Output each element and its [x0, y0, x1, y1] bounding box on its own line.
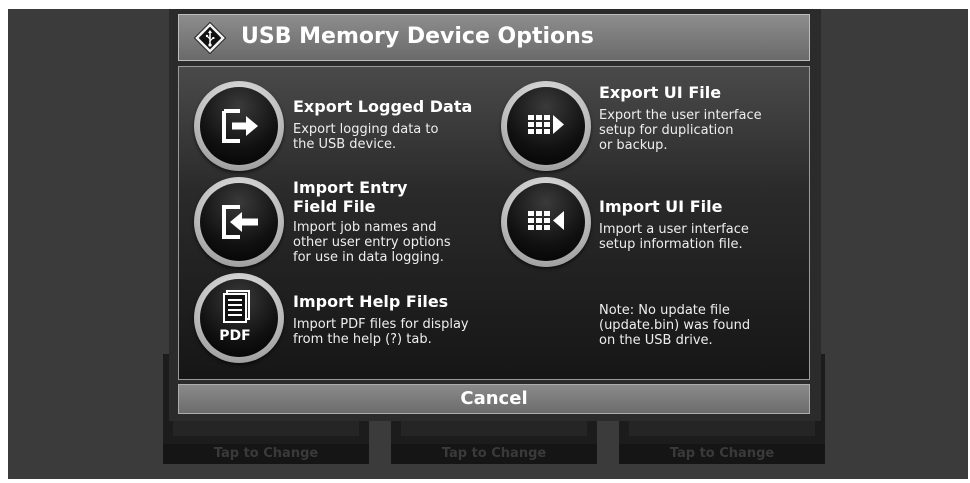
export-ui-file-description: Export the user interface setup for dupl…	[599, 108, 762, 153]
usb-options-dialog: USB Memory Device Options Export Logged …	[169, 9, 821, 421]
import-help-files-description: Import PDF files for display from the he…	[293, 317, 469, 347]
export-logged-data-button[interactable]	[194, 81, 284, 171]
grid-import-icon	[528, 211, 564, 230]
update-file-note: Note: No update file (update.bin) was fo…	[599, 303, 751, 348]
export-logged-data-description: Export logging data to the USB device.	[293, 122, 439, 152]
pdf-icon: PDF	[219, 290, 251, 344]
screen: Tap to Change Tap to Change Tap to Chang…	[8, 9, 968, 479]
import-ui-file-description: Import a user interface setup informatio…	[599, 222, 749, 252]
import-help-files-title: Import Help Files	[293, 292, 449, 311]
dialog-title: USB Memory Device Options	[241, 24, 594, 49]
svg-text:PDF: PDF	[219, 328, 250, 344]
tap-to-change-label[interactable]: Tap to Change	[391, 444, 597, 464]
import-ui-file-title: Import UI File	[599, 197, 723, 216]
tap-to-change-label[interactable]: Tap to Change	[163, 444, 369, 464]
import-entry-field-file-title: Import Entry Field File	[293, 178, 408, 216]
import-arrow-icon	[222, 205, 258, 239]
export-ui-file-title: Export UI File	[599, 83, 722, 102]
grid-export-icon	[528, 115, 564, 134]
import-ui-file-button[interactable]	[501, 177, 591, 267]
options-panel: Export Logged Data Export logging data t…	[178, 66, 810, 380]
tap-to-change-label[interactable]: Tap to Change	[619, 444, 825, 464]
dialog-title-bar: USB Memory Device Options	[178, 14, 810, 61]
cancel-button[interactable]: Cancel	[178, 384, 810, 414]
export-ui-file-button[interactable]	[501, 81, 591, 171]
import-entry-field-file-button[interactable]	[194, 177, 284, 267]
import-entry-field-file-description: Import job names and other user entry op…	[293, 220, 451, 265]
import-help-files-button[interactable]: PDF	[194, 273, 284, 363]
export-logged-data-title: Export Logged Data	[293, 97, 473, 116]
export-arrow-icon	[222, 109, 258, 143]
usb-icon	[193, 21, 227, 55]
